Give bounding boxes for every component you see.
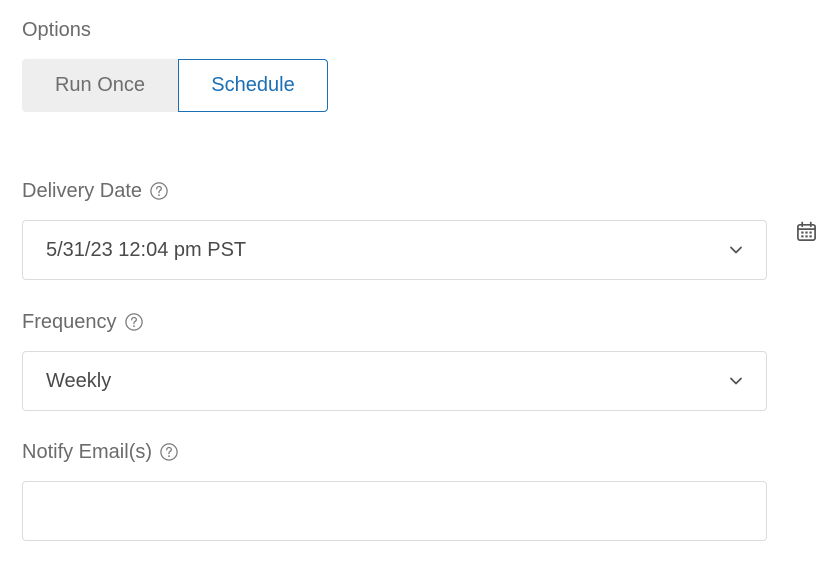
notify-emails-label-text: Notify Email(s) — [22, 441, 153, 463]
options-label-text: Options — [22, 19, 91, 41]
options-segmented-control: Run Once Schedule — [22, 59, 328, 112]
frequency-select[interactable]: Weekly — [22, 351, 767, 411]
notify-emails-input[interactable] — [22, 481, 767, 541]
help-icon[interactable] — [150, 182, 168, 200]
delivery-date-label-text: Delivery Date — [22, 180, 143, 202]
notify-emails-label: Notify Email(s) — [22, 440, 178, 464]
frequency-label-text: Frequency — [22, 311, 117, 333]
delivery-date-value: 5/31/23 12:04 pm PST — [46, 238, 247, 261]
chevron-down-icon — [728, 242, 744, 258]
delivery-date-label: Delivery Date — [22, 179, 168, 203]
frequency-label: Frequency — [22, 310, 143, 334]
schedule-button[interactable]: Schedule — [178, 59, 328, 112]
chevron-down-icon — [728, 373, 744, 389]
frequency-value: Weekly — [46, 369, 112, 392]
run-once-button[interactable]: Run Once — [22, 59, 178, 112]
delivery-date-select[interactable]: 5/31/23 12:04 pm PST — [22, 220, 767, 280]
calendar-icon[interactable] — [796, 221, 817, 242]
options-label: Options — [22, 18, 91, 42]
help-icon[interactable] — [124, 313, 143, 331]
help-icon[interactable] — [160, 443, 178, 461]
